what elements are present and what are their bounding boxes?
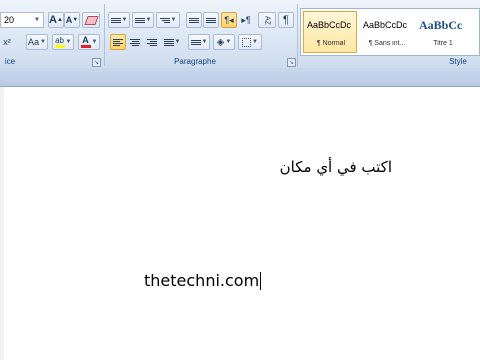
justify-button[interactable]: ▼ <box>161 34 183 50</box>
change-case-button[interactable]: Aa ▼ <box>26 34 48 50</box>
style-normal[interactable]: AaBbCcDc ¶ Normal <box>303 11 357 53</box>
justify-icon <box>163 38 174 46</box>
align-left-button[interactable] <box>110 34 126 50</box>
ribbon-ruler-strip <box>0 68 480 87</box>
style-no-spacing[interactable]: AaBbCcDc ¶ Sans int... <box>359 11 413 53</box>
rtl-paragraph-icon: ¶◂ <box>224 14 234 25</box>
style-name: Titre 1 <box>433 40 453 47</box>
ltr-direction-button[interactable]: ▸¶ <box>238 12 254 28</box>
domain-text: thetechni.com <box>144 271 260 290</box>
decrease-indent-icon <box>189 17 199 23</box>
style-sample: AaBbCc <box>419 18 463 32</box>
align-center-icon <box>130 38 140 46</box>
increase-indent-button[interactable] <box>203 12 219 28</box>
paragraph-group-label: Paragraphe <box>174 57 216 66</box>
font-size-value: 20 <box>4 15 15 25</box>
multilevel-list-button[interactable]: ▼ <box>156 12 180 28</box>
grow-font-button[interactable]: A ▲ <box>48 12 64 28</box>
paragraph-dialog-launcher-icon[interactable]: ↘ <box>287 58 296 67</box>
style-name: ¶ Normal <box>316 40 346 47</box>
group-divider <box>104 4 105 66</box>
line-spacing-button[interactable]: ▼ <box>188 34 210 50</box>
page-margin-edge <box>0 87 4 360</box>
decrease-indent-button[interactable] <box>186 12 202 28</box>
highlighter-icon: ab <box>54 36 65 48</box>
group-divider <box>297 4 298 66</box>
font-dialog-launcher-icon[interactable]: ↘ <box>92 58 101 67</box>
styles-gallery: AaBbCcDc ¶ Normal AaBbCcDc ¶ Sans int...… <box>300 8 480 56</box>
bullet-list-icon <box>110 17 121 23</box>
style-sample: AaBbCcDc <box>363 20 408 30</box>
text-cursor <box>260 272 262 290</box>
align-right-icon <box>147 38 157 46</box>
font-color-icon: A <box>80 36 91 48</box>
sort-button[interactable]: AZ <box>258 12 276 28</box>
multilevel-list-icon <box>159 17 170 23</box>
shrink-font-button[interactable]: A ▼ <box>64 12 80 28</box>
font-size-combobox[interactable]: 20 ▼ <box>0 12 44 28</box>
chevron-down-icon: ▼ <box>65 39 72 45</box>
style-heading-1[interactable]: AaBbCc Titre 1 <box>415 11 469 53</box>
pilcrow-icon: ¶ <box>283 14 289 26</box>
borders-button[interactable]: ▼ <box>238 34 262 50</box>
align-center-button[interactable] <box>127 34 143 50</box>
increase-indent-icon <box>206 17 216 23</box>
numbering-button[interactable]: ▼ <box>132 12 154 28</box>
document-page[interactable] <box>0 87 480 360</box>
align-right-button[interactable] <box>144 34 160 50</box>
shading-button[interactable]: ◈ ▼ <box>213 34 235 50</box>
superscript-button[interactable]: x² <box>0 34 14 50</box>
line-spacing-icon <box>190 39 201 45</box>
style-name: ¶ Sans int... <box>368 40 406 47</box>
chevron-down-icon: ▼ <box>40 39 46 45</box>
font-color-button[interactable]: A ▼ <box>78 34 100 50</box>
rtl-direction-button[interactable]: ¶◂ <box>221 12 237 28</box>
numbered-list-icon <box>134 17 145 23</box>
show-formatting-button[interactable]: ¶ <box>278 12 294 28</box>
arabic-paragraph[interactable]: اكتب في أي مكان <box>280 158 392 176</box>
ribbon: 20 ▼ A ▲ A ▼ x² Aa ▼ ab ▼ A ▼ ice ↘ ▼ ▼ ▼ <box>0 0 480 69</box>
ltr-paragraph-icon: ▸¶ <box>241 14 251 25</box>
eraser-icon <box>83 15 99 25</box>
paint-bucket-icon: ◈ <box>216 36 225 48</box>
style-sample: AaBbCcDc <box>307 20 352 30</box>
bullets-button[interactable]: ▼ <box>108 12 130 28</box>
chevron-down-icon: ▼ <box>34 17 40 23</box>
borders-icon <box>242 37 252 47</box>
chevron-down-icon: ▼ <box>91 39 98 45</box>
align-left-icon <box>113 38 123 46</box>
sort-icon: AZ <box>263 15 271 25</box>
font-group-label: ice <box>4 57 16 66</box>
highlight-color-button[interactable]: ab ▼ <box>52 34 74 50</box>
domain-paragraph[interactable]: thetechni.com <box>144 271 262 290</box>
clear-formatting-button[interactable] <box>82 12 100 28</box>
styles-group-label: Style <box>449 57 467 66</box>
